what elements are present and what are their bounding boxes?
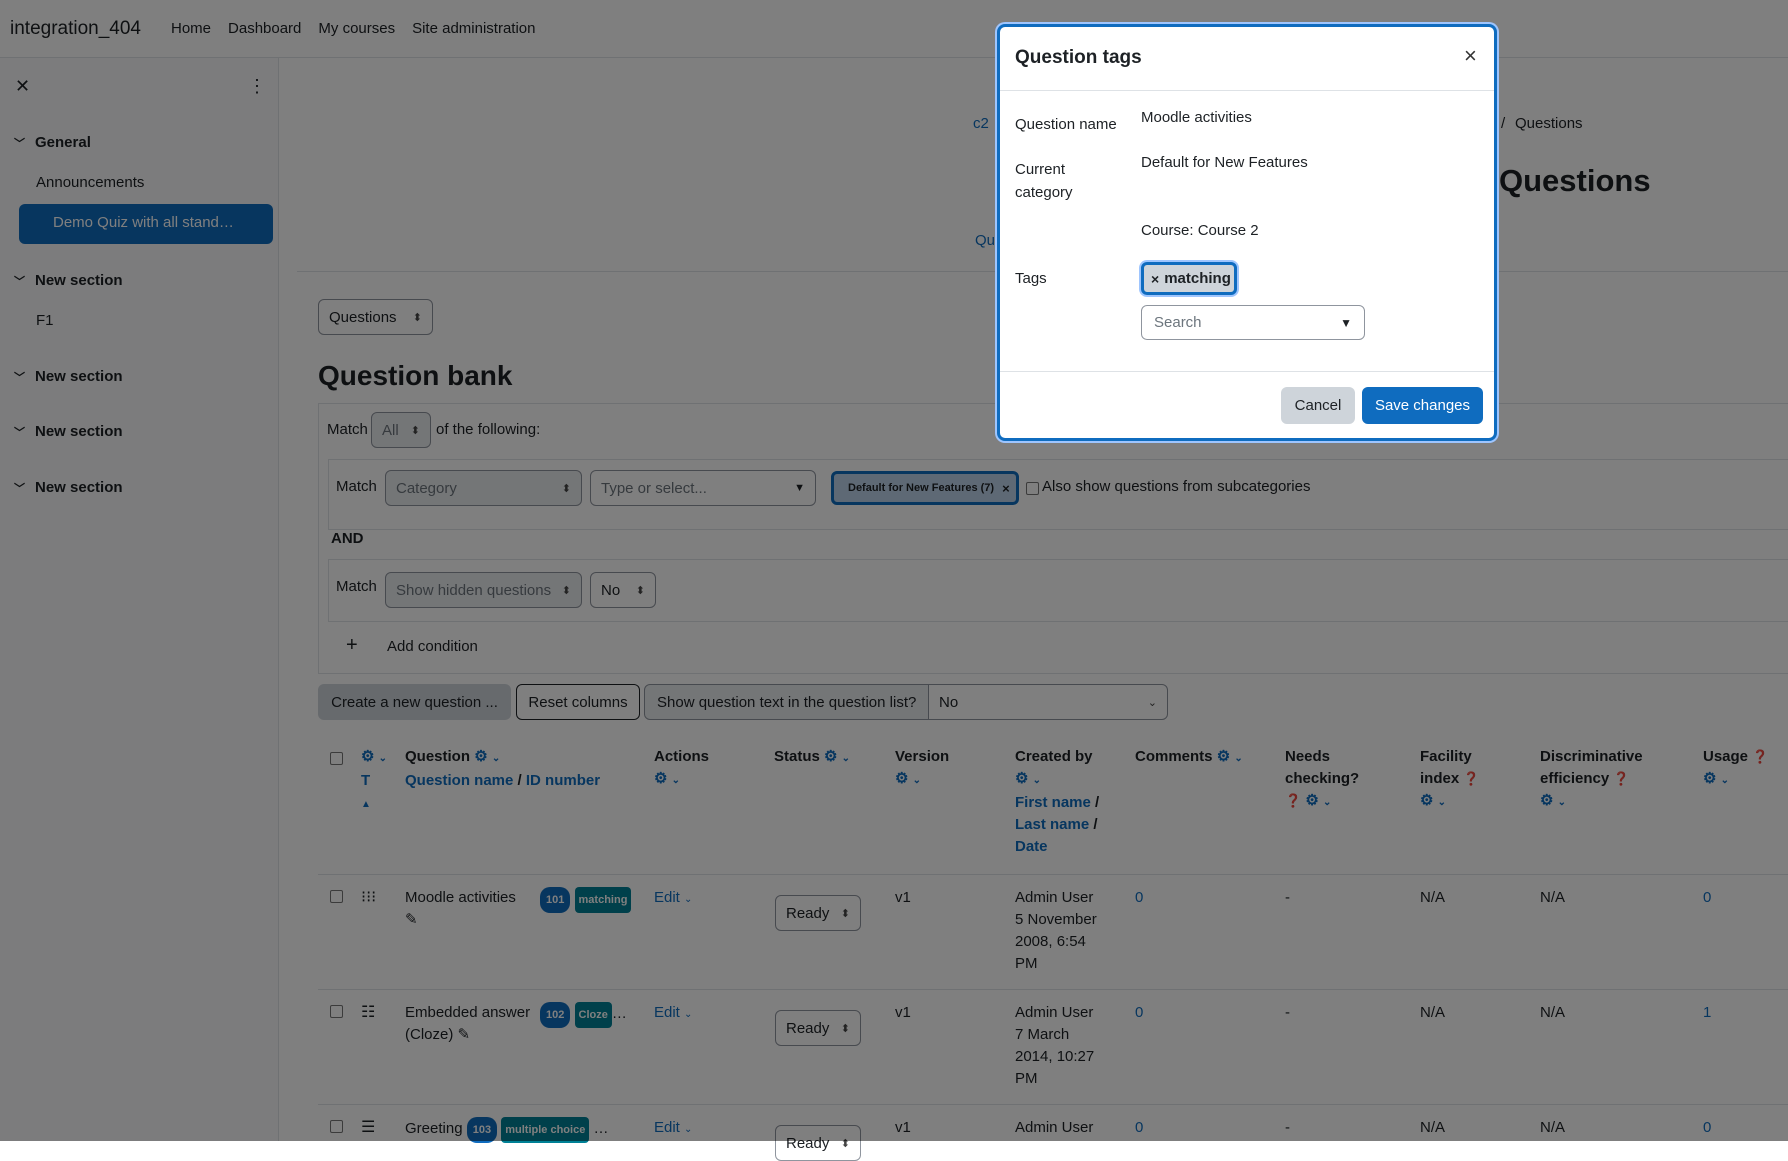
modal-footer: Cancel Save changes xyxy=(1000,371,1494,424)
tags-label: Tags xyxy=(1015,270,1047,287)
save-changes-button[interactable]: Save changes xyxy=(1362,387,1483,424)
modal-backdrop[interactable] xyxy=(0,0,1788,1141)
close-icon[interactable]: × xyxy=(1464,43,1477,69)
course-value: Course: Course 2 xyxy=(1141,222,1259,239)
save-changes-label: Save changes xyxy=(1374,397,1471,414)
close-icon[interactable]: × xyxy=(1151,271,1159,287)
tag-chip-matching[interactable]: × matching xyxy=(1141,262,1237,295)
category-label-line1: Current xyxy=(1015,161,1066,178)
question-name-label: Question name xyxy=(1015,116,1117,133)
tag-search-input[interactable]: Search ▼ xyxy=(1141,305,1365,340)
question-tags-modal: Question tags × Question name Moodle act… xyxy=(997,24,1497,441)
dropdown-caret-icon[interactable]: ▼ xyxy=(1340,316,1352,330)
modal-header: Question tags × xyxy=(1000,27,1494,91)
cancel-label: Cancel xyxy=(1294,397,1342,414)
current-category-value: Default for New Features xyxy=(1141,154,1308,171)
current-category-label: Current category xyxy=(1015,158,1073,204)
tag-search-placeholder: Search xyxy=(1154,314,1202,331)
tag-chip-label: matching xyxy=(1164,270,1231,287)
modal-title: Question tags xyxy=(1015,47,1142,68)
category-label-line2: category xyxy=(1015,184,1073,201)
cancel-button[interactable]: Cancel xyxy=(1281,387,1355,424)
question-name-value: Moodle activities xyxy=(1141,109,1252,126)
